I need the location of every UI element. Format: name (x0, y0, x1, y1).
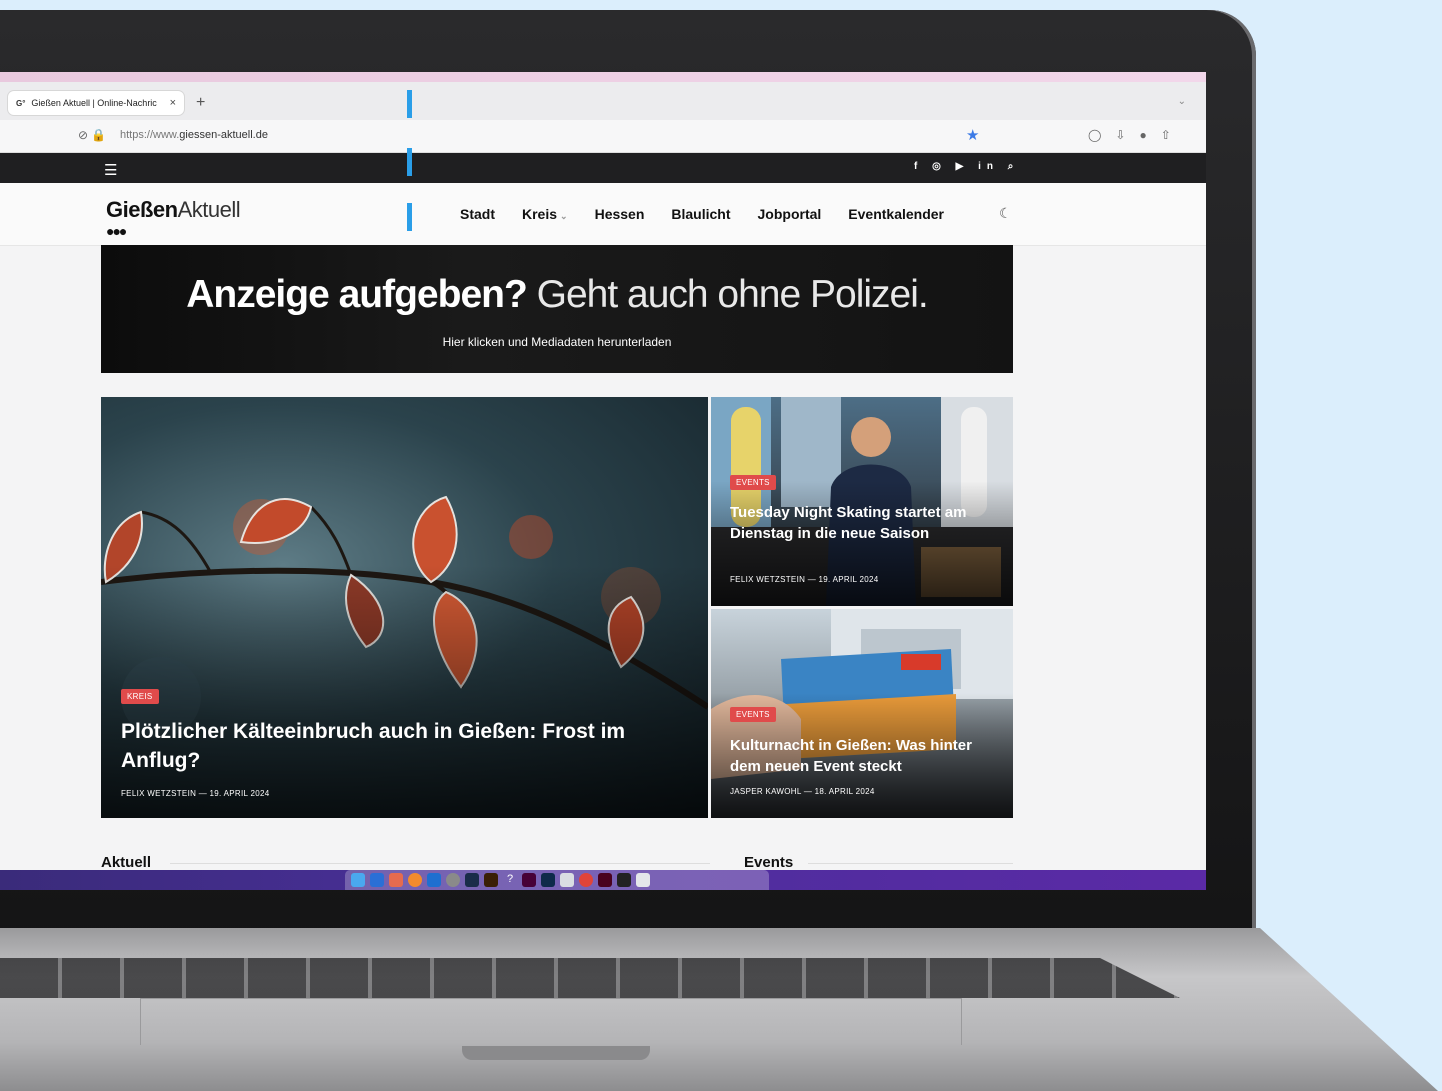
main-article-card[interactable]: KREIS Plötzlicher Kälteeinbruch auch in … (101, 397, 708, 818)
dark-mode-moon-icon[interactable]: ☾ (999, 205, 1012, 222)
nav-item-kreis[interactable]: Kreis ⌄ (522, 206, 568, 222)
macos-menu-bar (0, 72, 1206, 82)
lock-icon: ⊘ 🔒 (78, 128, 107, 142)
preview-icon[interactable] (560, 873, 574, 887)
firefox-icon[interactable] (408, 873, 422, 887)
url-prefix: https://www. (120, 129, 180, 141)
article-meta: JASPER KAWOHL — 18. APRIL 2024 (730, 787, 875, 796)
browser-toolbar-icons[interactable]: ◯⇩●⇧ (1088, 128, 1185, 142)
bookmark-star-icon[interactable]: ★ (966, 126, 979, 144)
article-meta: FELIX WETZSTEIN — 19. APRIL 2024 (121, 789, 270, 798)
ad-headline: Anzeige aufgeben? Geht auch ohne Polizei… (101, 273, 1013, 317)
logo-bold: Gießen (106, 197, 178, 222)
text-cursor-marker (407, 90, 412, 118)
laptop-keyboard (0, 958, 1180, 998)
trash-icon[interactable] (636, 873, 650, 887)
ad-banner[interactable]: Anzeige aufgeben? Geht auch ohne Polizei… (101, 245, 1013, 373)
nav-item-blaulicht[interactable]: Blaulicht (671, 206, 730, 222)
category-badge[interactable]: EVENTS (730, 707, 776, 722)
text-cursor-marker (407, 203, 412, 231)
social-icons[interactable]: f ◎ ▶ in ⌕ (914, 161, 1019, 172)
logo-dots-icon: ●●● (106, 223, 127, 239)
section-divider (170, 863, 710, 864)
laptop-lid-notch (462, 1046, 650, 1060)
help-icon[interactable]: ? (503, 873, 517, 887)
illustrator-icon[interactable] (484, 873, 498, 887)
chevron-down-icon: ⌄ (560, 211, 568, 221)
url-field[interactable]: https://www.giessen-aktuell.de (120, 129, 268, 141)
nav-item-kreis-label: Kreis (522, 206, 558, 222)
hamburger-menu-icon[interactable]: ☰ (104, 161, 117, 179)
laptop-screen: G° Gießen Aktuell | Online-Nachric × + ⌄… (0, 72, 1206, 890)
side-article-card[interactable]: EVENTS Kulturnacht in Gießen: Was hinter… (711, 609, 1013, 818)
category-badge[interactable]: EVENTS (730, 475, 776, 490)
image-gradient (101, 565, 708, 818)
site-logo[interactable]: GießenAktuell (106, 197, 241, 223)
url-domain: giessen-aktuell.de (179, 129, 268, 141)
text-cursor-marker (407, 148, 412, 176)
nav-item-jobportal[interactable]: Jobportal (758, 206, 822, 222)
ad-subline: Hier klicken und Mediadaten herunterlade… (442, 335, 672, 349)
nav-item-eventkalender[interactable]: Eventkalender (848, 206, 944, 222)
site-top-bar: ☰ f ◎ ▶ in ⌕ (0, 153, 1206, 183)
photoshop-icon[interactable] (541, 873, 555, 887)
trello-icon[interactable] (370, 873, 384, 887)
address-bar[interactable]: ⊘ 🔒 https://www.giessen-aktuell.de ★ ◯⇩●… (0, 120, 1206, 153)
lightroom-icon[interactable] (465, 873, 479, 887)
tab-title: Gießen Aktuell | Online-Nachric (31, 98, 157, 108)
nav-item-hessen[interactable]: Hessen (595, 206, 645, 222)
logo-light: Aktuell (177, 197, 241, 222)
finder-icon[interactable] (351, 873, 365, 887)
article-title[interactable]: Plötzlicher Kälteeinbruch auch in Gießen… (121, 717, 641, 775)
site-header: GießenAktuell ●●● Stadt Kreis ⌄ Hessen Bl… (0, 183, 1206, 246)
main-nav: Stadt Kreis ⌄ Hessen Blaulicht Jobportal … (460, 206, 971, 222)
chrome-icon[interactable] (579, 873, 593, 887)
section-heading-aktuell: Aktuell (101, 854, 152, 871)
laptop-trackpad (140, 998, 962, 1045)
article-meta: FELIX WETZSTEIN — 19. APRIL 2024 (730, 575, 879, 584)
indesign-icon[interactable] (598, 873, 612, 887)
nav-item-stadt[interactable]: Stadt (460, 206, 495, 222)
favicon-icon: G° (16, 98, 26, 108)
chevron-down-icon[interactable]: ⌄ (1178, 96, 1186, 107)
article-title[interactable]: Tuesday Night Skating startet am Diensta… (730, 502, 990, 544)
category-badge[interactable]: KREIS (121, 689, 159, 704)
xd-icon[interactable] (522, 873, 536, 887)
side-article-card[interactable]: EVENTS Tuesday Night Skating startet am … (711, 397, 1013, 606)
launchpad-icon[interactable] (389, 873, 403, 887)
macos-dock: ? (345, 870, 769, 890)
ad-headline-bold: Anzeige aufgeben? (186, 273, 528, 316)
browser-tab[interactable]: G° Gießen Aktuell | Online-Nachric × (8, 91, 184, 115)
close-icon[interactable]: × (170, 97, 176, 109)
section-heading-events: Events (744, 854, 794, 871)
browser-tab-bar: G° Gießen Aktuell | Online-Nachric × + ⌄ (0, 82, 1206, 120)
section-divider (808, 863, 1013, 864)
new-tab-button[interactable]: + (196, 94, 205, 112)
settings-icon[interactable] (446, 873, 460, 887)
terminal-icon[interactable] (617, 873, 631, 887)
outlook-icon[interactable] (427, 873, 441, 887)
ad-headline-light: Geht auch ohne Polizei. (536, 273, 929, 316)
article-title[interactable]: Kulturnacht in Gießen: Was hinter dem ne… (730, 735, 990, 777)
